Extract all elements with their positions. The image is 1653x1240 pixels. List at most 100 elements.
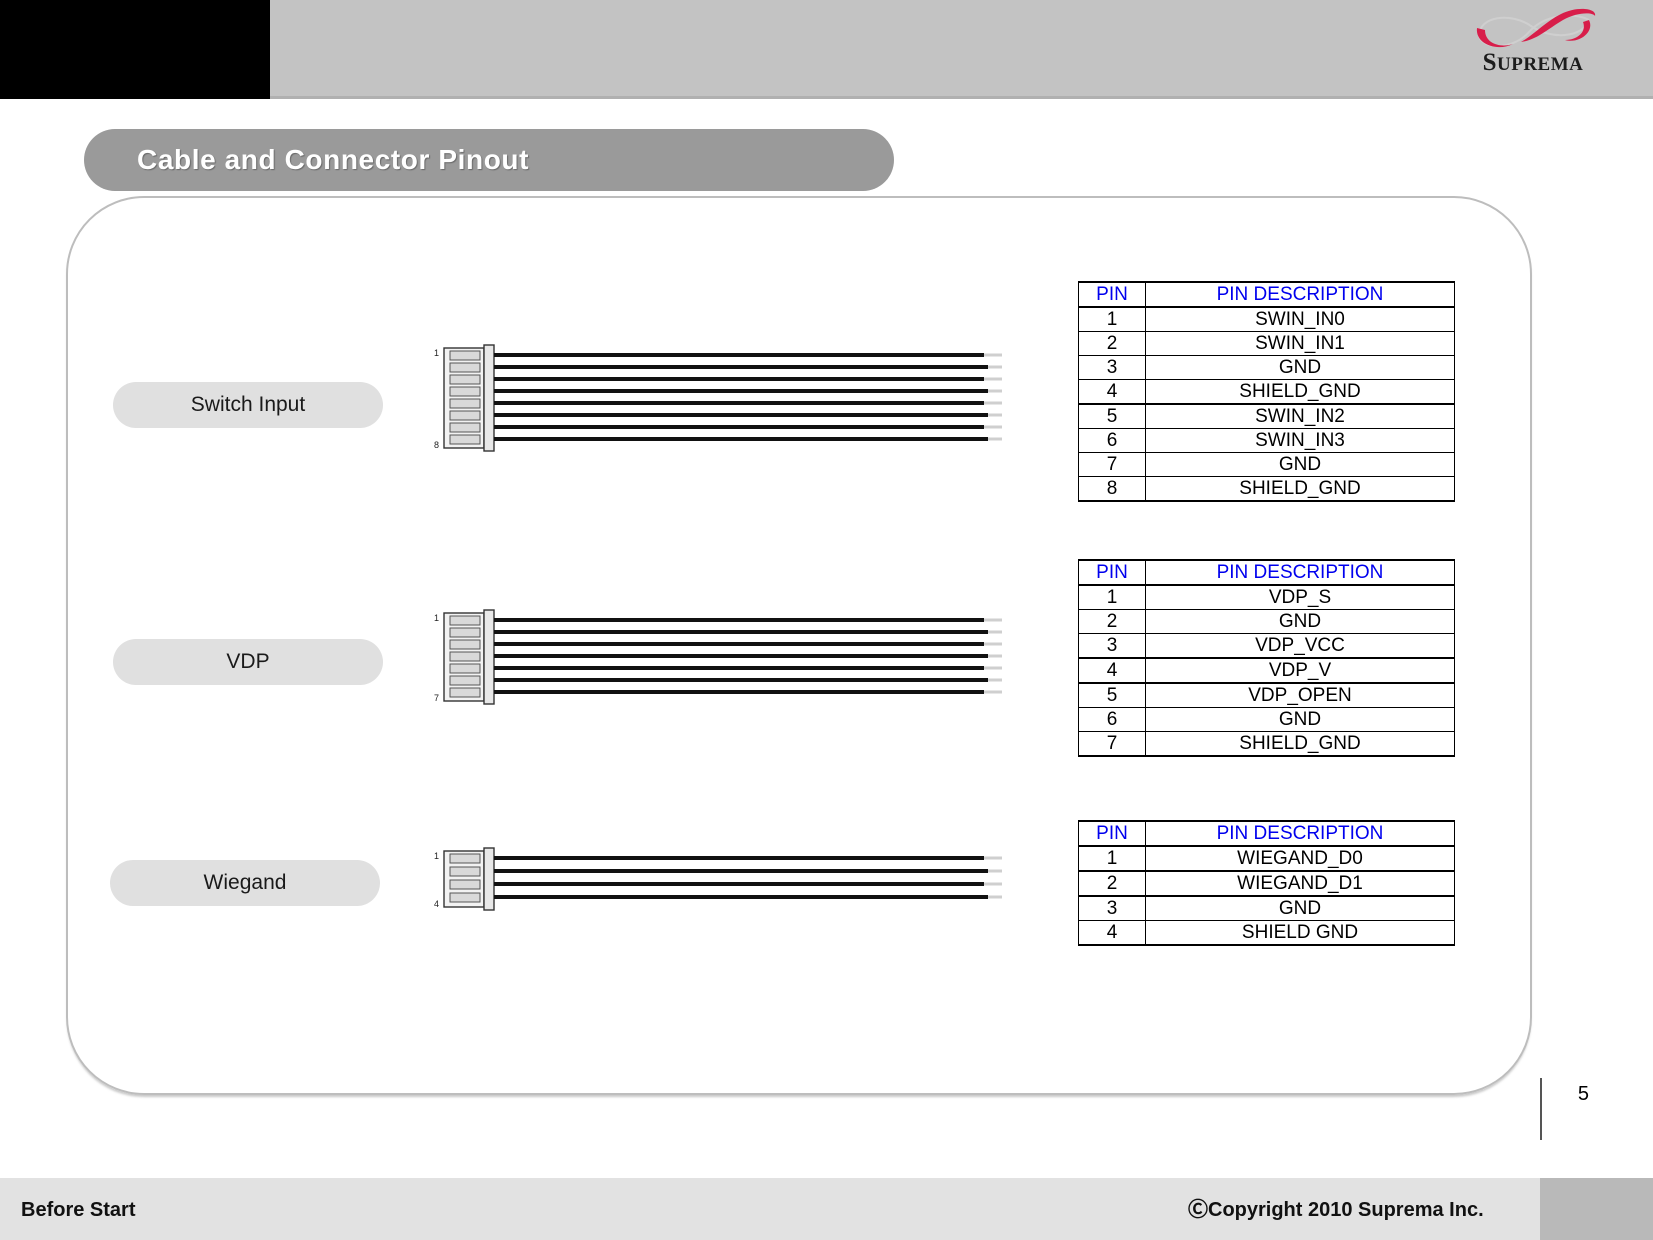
table-row: 2 SWIN_IN1 [1078,331,1455,356]
table-row: 1 WIEGAND_D0 [1078,845,1455,872]
connector-4pin-icon: 1 4 [434,847,1002,911]
header-pin: PIN [1078,281,1146,308]
cell-pin: 8 [1078,476,1146,502]
cell-desc: SWIN_IN0 [1145,306,1455,332]
cell-pin: 5 [1078,682,1146,708]
cell-pin: 4 [1078,657,1146,684]
pin-table-wiegand: PIN PIN DESCRIPTION 1 WIEGAND_D0 2 WIEGA… [1078,820,1455,946]
cable-graphic-switch-input: 1 8 [432,340,1002,460]
table-row: 2 WIEGAND_D1 [1078,870,1455,897]
section-label-wiegand: Wiegand [110,860,380,906]
header-pin: PIN [1078,559,1146,586]
suprema-logo: SUPREMA [1443,6,1623,90]
cell-pin: 2 [1078,609,1146,634]
table-row: 3 VDP_VCC [1078,633,1455,659]
suprema-logo-text: SUPREMA [1443,50,1623,75]
pin-table-switch-input: PIN PIN DESCRIPTION 1 SWIN_IN0 2 SWIN_IN… [1078,281,1455,502]
svg-text:8: 8 [434,440,439,450]
table-row: 4 SHIELD GND [1078,920,1455,946]
cell-pin: 1 [1078,306,1146,332]
footer-copyright: ⒸCopyright 2010 Suprema Inc. [1188,1199,1484,1221]
page-title: Cable and Connector Pinout [137,144,530,175]
section-label-vdp: VDP [113,639,383,685]
svg-text:7: 7 [434,693,439,703]
cell-desc: SHIELD_GND [1145,476,1455,502]
section-label-text: Wiegand [203,871,287,894]
svg-text:1: 1 [434,851,439,861]
cell-pin: 2 [1078,331,1146,356]
table-row: 3 GND [1078,355,1455,380]
cell-pin: 3 [1078,355,1146,380]
table-row: 8 SHIELD_GND [1078,476,1455,502]
header-pin: PIN [1078,820,1146,847]
connector-7pin-icon: 1 7 [434,609,1002,705]
cell-desc: WIEGAND_D0 [1145,845,1455,872]
cell-pin: 4 [1078,379,1146,405]
table-row: 3 GND [1078,895,1455,921]
table-row: 2 GND [1078,609,1455,634]
cell-desc: VDP_OPEN [1145,682,1455,708]
cell-pin: 3 [1078,633,1146,659]
cell-pin: 6 [1078,428,1146,453]
section-label-text: VDP [226,650,270,673]
cell-desc: SHIELD_GND [1145,379,1455,405]
table-header-row: PIN PIN DESCRIPTION [1078,559,1455,586]
cell-desc: GND [1145,355,1455,380]
header-pin-description: PIN DESCRIPTION [1145,281,1455,308]
svg-text:1: 1 [434,348,439,358]
header-pin-description: PIN DESCRIPTION [1145,559,1455,586]
footer-right-block [1540,1178,1653,1240]
table-row: 5 SWIN_IN2 [1078,403,1455,429]
table-row: 1 SWIN_IN0 [1078,306,1455,332]
cell-pin: 2 [1078,870,1146,897]
table-row: 1 VDP_S [1078,584,1455,610]
table-header-row: PIN PIN DESCRIPTION [1078,281,1455,308]
cell-desc: GND [1145,452,1455,477]
table-header-row: PIN PIN DESCRIPTION [1078,820,1455,847]
header-black-block [0,0,270,99]
page-number: 5 [1577,1083,1589,1105]
cell-pin: 3 [1078,895,1146,921]
footer-section-name: Before Start [21,1199,136,1221]
svg-text:4: 4 [434,899,439,909]
cable-graphic-wiegand: 1 4 [432,843,1002,921]
connector-8pin-icon: 1 8 [434,344,1002,452]
table-row: 6 GND [1078,707,1455,732]
section-label-switch-input: Switch Input [113,382,383,428]
infinity-swirl-icon [1476,8,1596,48]
cell-pin: 6 [1078,707,1146,732]
page-number-rule [1540,1078,1542,1140]
cell-desc: VDP_VCC [1145,633,1455,659]
header-divider-rule [270,96,1653,99]
table-row: 4 SHIELD_GND [1078,379,1455,405]
cell-desc: GND [1145,707,1455,732]
cell-desc: SWIN_IN1 [1145,331,1455,356]
cell-desc: GND [1145,895,1455,921]
section-label-text: Switch Input [190,393,306,416]
cell-desc: VDP_S [1145,584,1455,610]
cell-pin: 7 [1078,731,1146,757]
cell-desc: WIEGAND_D1 [1145,870,1455,897]
table-row: 7 SHIELD_GND [1078,731,1455,757]
pin-table-vdp: PIN PIN DESCRIPTION 1 VDP_S 2 GND 3 VDP_… [1078,559,1455,757]
cell-desc: SWIN_IN3 [1145,428,1455,453]
page-title-pill: Cable and Connector Pinout [84,129,894,191]
logo-text-first: S [1482,49,1497,76]
cell-desc: SHIELD_GND [1145,731,1455,757]
cell-pin: 1 [1078,845,1146,872]
slide-root: SUPREMA Cable and Connector Pinout Switc… [0,0,1653,1240]
table-row: 5 VDP_OPEN [1078,682,1455,708]
header-divider-rule-left [0,96,270,99]
cell-desc: SWIN_IN2 [1145,403,1455,429]
cell-desc: GND [1145,609,1455,634]
cable-graphic-vdp: 1 7 [432,605,1002,715]
table-row: 7 GND [1078,452,1455,477]
header-pin-description: PIN DESCRIPTION [1145,820,1455,847]
table-row: 4 VDP_V [1078,657,1455,684]
cell-desc: VDP_V [1145,657,1455,684]
svg-text:1: 1 [434,613,439,623]
cell-pin: 1 [1078,584,1146,610]
cell-pin: 4 [1078,920,1146,946]
table-row: 6 SWIN_IN3 [1078,428,1455,453]
cell-pin: 5 [1078,403,1146,429]
